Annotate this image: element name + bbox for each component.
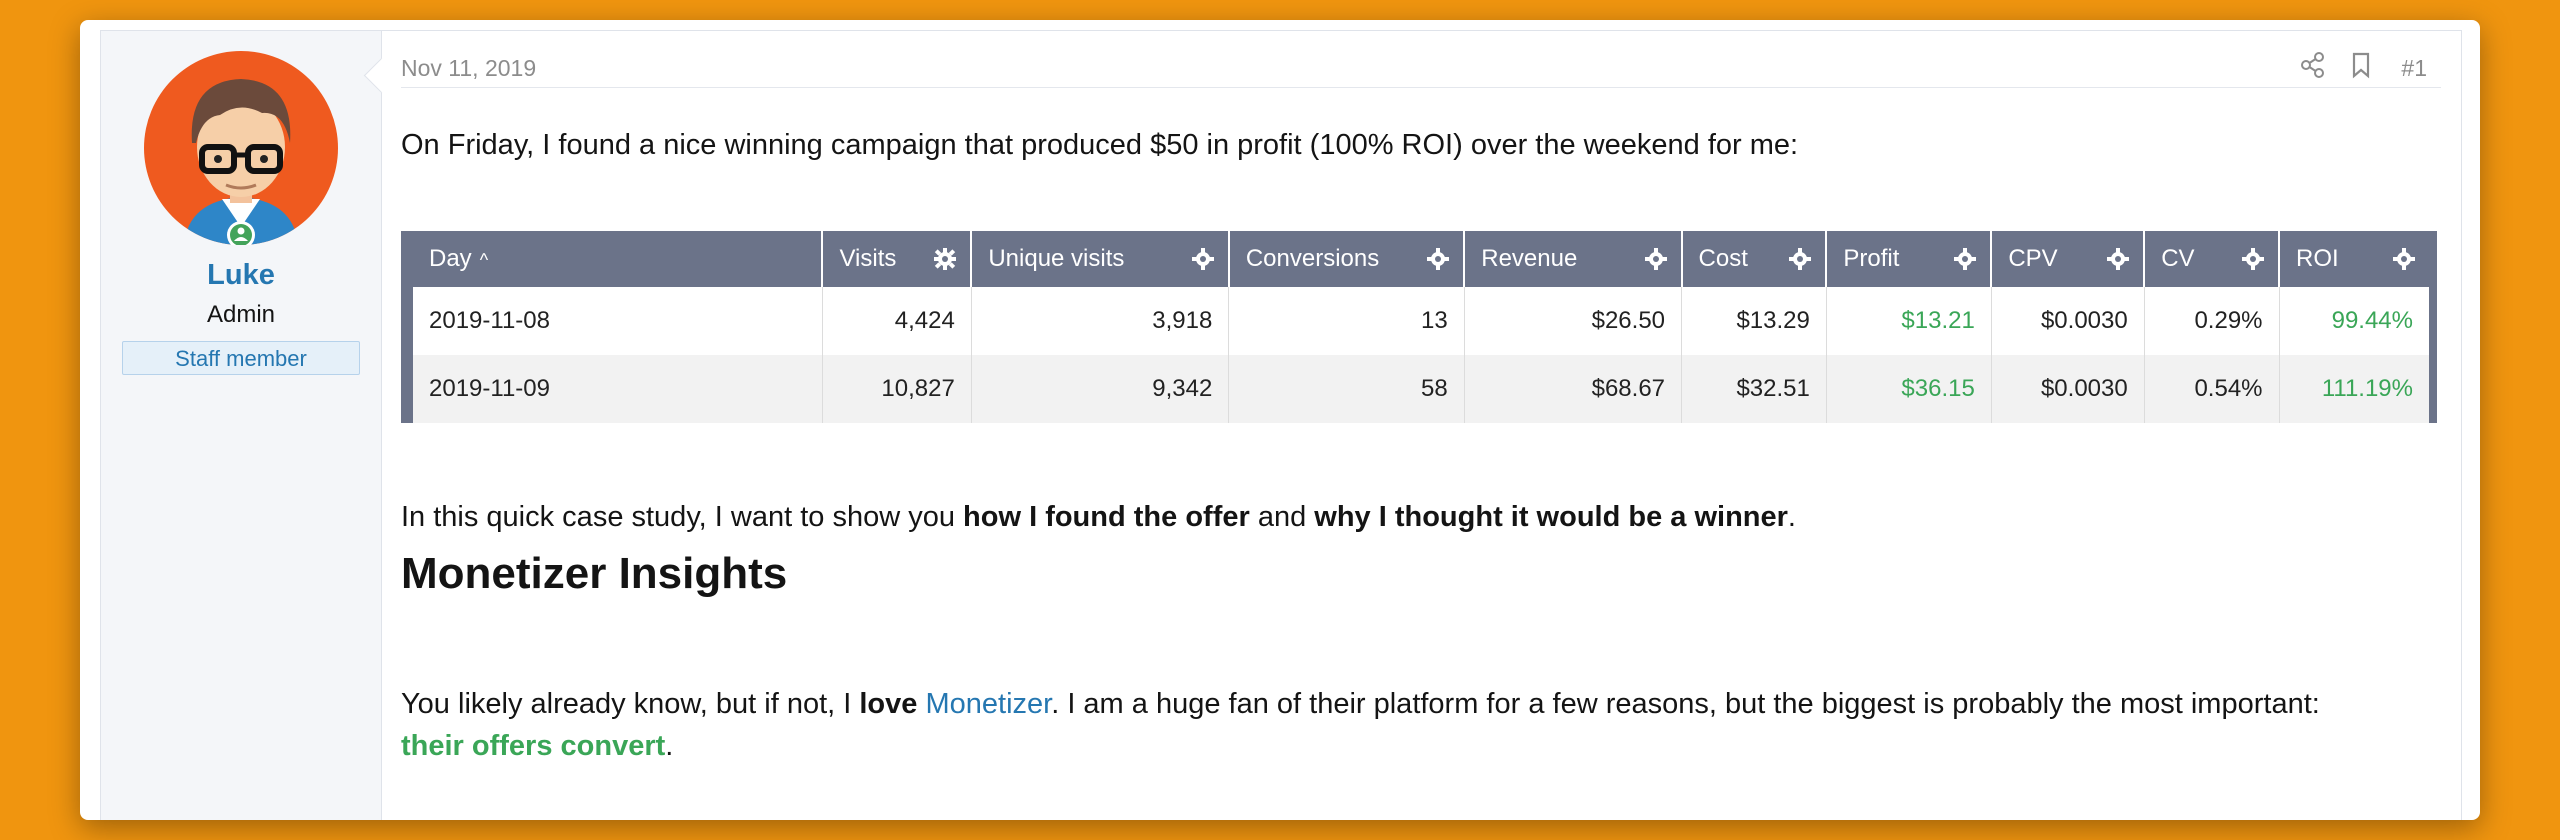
col-label: Unique visits bbox=[988, 245, 1125, 272]
gear-icon[interactable] bbox=[2240, 246, 2266, 272]
cell-revenue: $26.50 bbox=[1464, 287, 1683, 355]
cell-day: 2019-11-08 bbox=[407, 287, 823, 355]
monetizer-link[interactable]: Monetizer bbox=[925, 688, 1051, 720]
col-label: Visits bbox=[839, 245, 897, 272]
col-header-cv[interactable]: CV bbox=[2144, 231, 2281, 287]
col-label: Day bbox=[429, 245, 472, 272]
cell-roi: 99.44% bbox=[2331, 307, 2413, 334]
col-header-roi[interactable]: ROI bbox=[2279, 231, 2433, 287]
col-label: Cost bbox=[1698, 245, 1748, 272]
col-header-cost[interactable]: Cost bbox=[1681, 231, 1828, 287]
browser-window: Luke Admin Staff member Nov 11, 2019 #1 bbox=[80, 20, 2480, 820]
cell-visits: 4,424 bbox=[822, 287, 972, 355]
gear-icon[interactable] bbox=[1952, 246, 1978, 272]
text: and bbox=[1249, 501, 1315, 533]
cell-cost: $32.51 bbox=[1681, 355, 1827, 423]
col-header-conversions[interactable]: Conversions bbox=[1228, 231, 1466, 287]
cell-unique-visits: 9,342 bbox=[971, 355, 1230, 423]
cell-cpv: $0.0030 bbox=[1991, 355, 2145, 423]
table-row[interactable]: 2019-11-08 4,424 3,918 13 $26.50 $13.29 … bbox=[407, 287, 2433, 355]
text: . bbox=[665, 730, 674, 762]
username-link[interactable]: Luke bbox=[101, 259, 381, 292]
col-header-visits[interactable]: Visits bbox=[822, 231, 973, 287]
col-label: Revenue bbox=[1481, 245, 1578, 272]
cell-profit: $36.15 bbox=[1826, 355, 1992, 423]
case-study-paragraph: In this quick case study, I want to show… bbox=[401, 496, 2441, 538]
gear-icon[interactable] bbox=[1643, 246, 1669, 272]
col-label: CV bbox=[2161, 245, 2195, 272]
bold-text: how I found the offer bbox=[963, 501, 1250, 533]
text: . I am a huge fan of their platform for … bbox=[1051, 688, 2320, 720]
avatar[interactable] bbox=[144, 51, 338, 245]
col-header-unique-visits[interactable]: Unique visits bbox=[971, 231, 1230, 287]
share-icon[interactable] bbox=[2297, 49, 2329, 81]
user-cell: Luke Admin Staff member bbox=[101, 31, 382, 820]
cell-conversions: 58 bbox=[1228, 355, 1465, 423]
staff-badge: Staff member bbox=[122, 341, 360, 375]
gear-icon[interactable] bbox=[1425, 246, 1451, 272]
forum-post: Luke Admin Staff member Nov 11, 2019 #1 bbox=[100, 30, 2462, 820]
cell-cost: $13.29 bbox=[1681, 287, 1827, 355]
post-header: Nov 11, 2019 #1 bbox=[401, 31, 2441, 88]
chevron-up-icon[interactable]: ^ bbox=[480, 250, 488, 270]
monetizer-paragraph: You likely already know, but if not, I l… bbox=[401, 683, 2441, 767]
cell-conversions: 13 bbox=[1228, 287, 1465, 355]
gear-icon[interactable] bbox=[2105, 246, 2131, 272]
post-date[interactable]: Nov 11, 2019 bbox=[401, 55, 536, 82]
cell-visits: 10,827 bbox=[822, 355, 972, 423]
user-title: Admin bbox=[206, 301, 276, 328]
table-header-row: Day ^ Visits Unique visits Conversions R… bbox=[407, 231, 2433, 287]
cell-cv: 0.54% bbox=[2144, 355, 2280, 423]
col-label: Profit bbox=[1843, 245, 1900, 272]
col-label: CPV bbox=[2008, 245, 2058, 272]
post-number[interactable]: #1 bbox=[2401, 55, 2427, 82]
bold-text: love bbox=[859, 688, 918, 720]
bold-text: why I thought it would be a winner bbox=[1314, 501, 1788, 533]
cell-day: 2019-11-09 bbox=[407, 355, 823, 423]
cell-roi: 111.19% bbox=[2321, 375, 2413, 402]
text: . bbox=[1787, 501, 1796, 533]
col-header-profit[interactable]: Profit bbox=[1826, 231, 1993, 287]
cell-cpv: $0.0030 bbox=[1991, 287, 2145, 355]
gear-icon[interactable] bbox=[1190, 246, 1216, 272]
cell-revenue: $68.67 bbox=[1464, 355, 1683, 423]
col-header-cpv[interactable]: CPV bbox=[1991, 231, 2146, 287]
cell-profit: $13.21 bbox=[1826, 287, 1992, 355]
text: In this quick case study, I want to show… bbox=[401, 501, 964, 533]
gear-icon[interactable] bbox=[932, 246, 958, 272]
col-label: Conversions bbox=[1245, 245, 1380, 272]
stats-table: Day ^ Visits Unique visits Conversions R… bbox=[401, 231, 2437, 423]
col-header-revenue[interactable]: Revenue bbox=[1464, 231, 1683, 287]
section-heading: Monetizer Insights bbox=[401, 549, 788, 598]
cell-unique-visits: 3,918 bbox=[971, 287, 1230, 355]
downsides-paragraph: There are downsides to Monetizer. The of… bbox=[401, 812, 2441, 820]
bookmark-icon[interactable] bbox=[2345, 49, 2377, 81]
table-row[interactable]: 2019-11-09 10,827 9,342 58 $68.67 $32.51… bbox=[407, 355, 2433, 423]
col-label: ROI bbox=[2296, 245, 2339, 272]
col-header-day[interactable]: Day ^ bbox=[407, 231, 824, 287]
gear-icon[interactable] bbox=[1787, 246, 1813, 272]
cell-cv: 0.29% bbox=[2144, 287, 2280, 355]
text: You likely already know, but if not, I bbox=[401, 688, 860, 720]
intro-paragraph: On Friday, I found a nice winning campai… bbox=[401, 129, 1799, 161]
gear-icon[interactable] bbox=[2391, 246, 2417, 272]
highlight-text: their offers convert bbox=[401, 730, 666, 762]
